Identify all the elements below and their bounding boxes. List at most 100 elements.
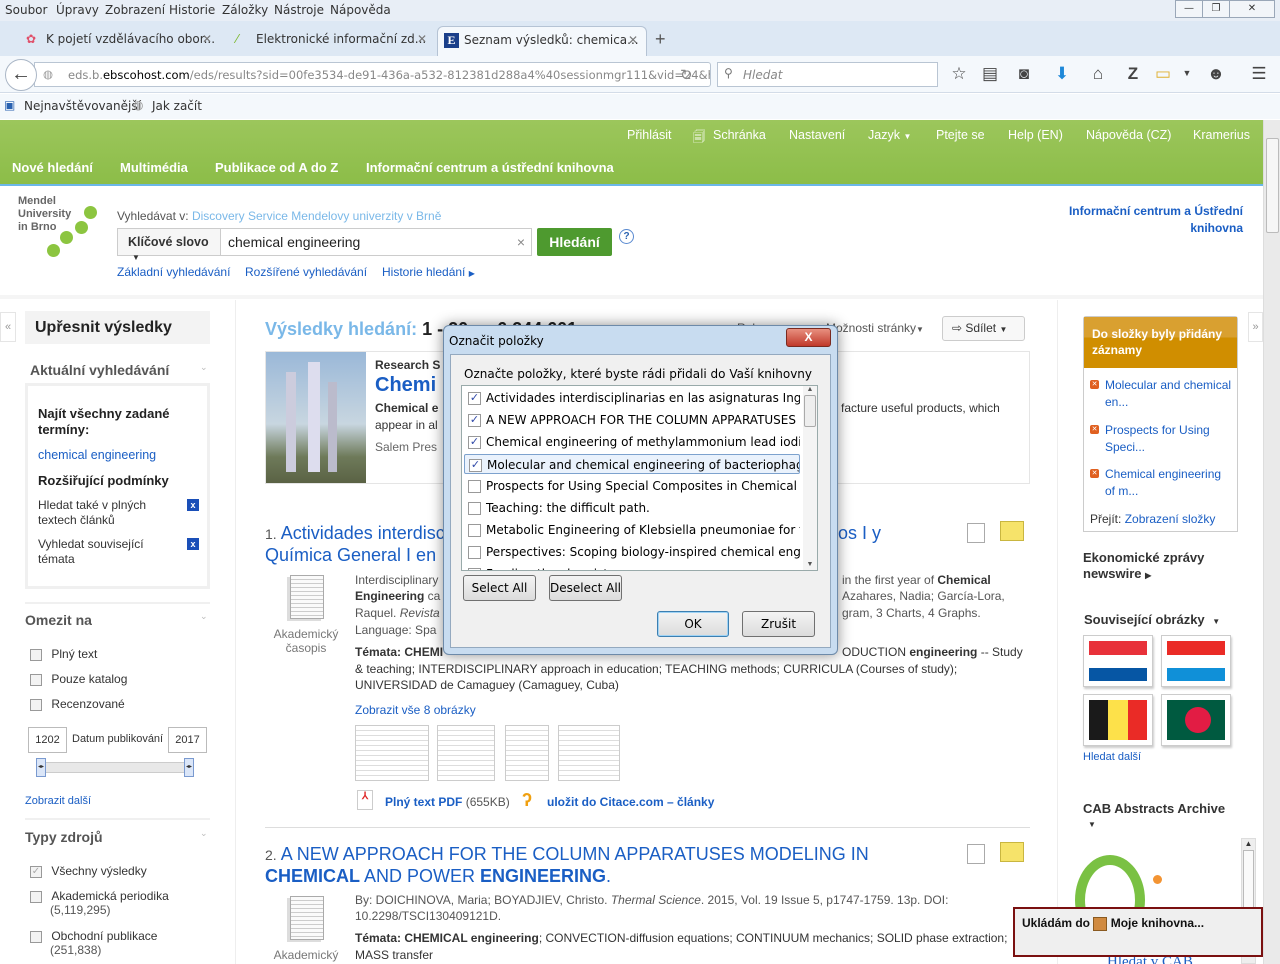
basic-search-link[interactable]: Základní vyhledávání [117,265,230,279]
share-button[interactable]: ⇨ Sdílet ▼ [942,316,1025,341]
checkbox[interactable] [468,568,481,570]
list-scrollbar[interactable]: ▲ ▼ [803,386,817,570]
search-button[interactable]: Hledání [537,228,612,256]
dialog-list-item[interactable]: ✓ Chemical engineering of methylammonium … [464,432,800,452]
close-window-button[interactable]: ✕ [1229,0,1275,18]
nav-info-centre[interactable]: Informační centrum a ústřední knihovna [366,160,614,175]
menu-view[interactable]: Zobrazení [105,3,165,17]
settings-link[interactable]: Nastavení [789,128,845,142]
cancel-button[interactable]: Zrušit [742,611,815,637]
scrollbar-thumb[interactable] [804,395,816,427]
image-thumbnail[interactable] [505,725,549,781]
login-link[interactable]: Přihlásit [627,128,671,142]
checkbox[interactable] [30,648,42,661]
flag-bangladesh-image[interactable] [1161,694,1231,746]
browser-search-input[interactable]: ⚲ Hledat [717,62,938,87]
search-query-input[interactable]: chemical engineering × [220,228,532,256]
checkbox[interactable] [468,502,481,515]
date-slider-track[interactable] [40,762,193,773]
nav-new-search[interactable]: Nové hledání [12,160,93,175]
caret-down-icon[interactable]: ▼ [1088,820,1096,829]
folder-item-link[interactable]: Chemical engineering of m... [1105,466,1233,500]
info-centre-link[interactable]: Informační centrum a Ústřední knihovna [1050,203,1243,237]
folder-link[interactable]: Schránka [713,128,766,142]
scrollbar-thumb[interactable] [1266,138,1279,233]
tab-2[interactable]: ⁄ Elektronické informační zd... ✕ [230,26,435,56]
pocket-icon[interactable]: ◙ [1013,64,1035,84]
limit-heading[interactable]: Omezit na [25,612,92,628]
source-academic[interactable]: Akademická periodika (5,119,295) [30,889,169,917]
hamburger-menu-icon[interactable]: ☰ [1248,64,1270,84]
dialog-list-item[interactable]: ✓ A NEW APPROACH FOR THE COLUMN APPARATUS… [464,410,800,430]
menu-bookmarks[interactable]: Záložky [222,3,268,17]
help-cz-link[interactable]: Nápověda (CZ) [1086,128,1171,142]
scroll-down-icon[interactable]: ▼ [803,561,817,568]
reading-list-icon[interactable]: ▤ [979,64,1001,84]
reload-icon[interactable]: ↻ [680,66,693,84]
nav-publications[interactable]: Publikace od A do Z [215,160,338,175]
dialog-list-item[interactable]: Feeding the chemist... [464,564,800,570]
remove-icon[interactable]: ✕ [1090,425,1099,434]
slider-handle-left[interactable]: ◂▸ [36,758,46,777]
checkbox-checked[interactable]: ✓ [30,865,42,878]
search-term-link[interactable]: chemical engineering [38,448,156,462]
advanced-search-link[interactable]: Rozšířené vyhledávání [245,265,367,279]
show-more-link[interactable]: Zobrazit další [25,795,91,807]
collapse-left-button[interactable]: « [0,312,16,342]
pdf-link[interactable]: Plný text PDF (655KB) [385,795,510,809]
url-bar[interactable]: ◍ eds.b.ebscohost.com/eds/results?sid=00… [34,62,711,87]
dialog-list-item[interactable]: Teaching: the difficult path. [464,498,800,518]
menu-help[interactable]: Nápověda [330,3,391,17]
zotero-icon[interactable]: Z [1122,64,1144,84]
image-thumbnail[interactable] [355,725,429,781]
menu-edit[interactable]: Úpravy [56,3,99,17]
checkbox[interactable] [468,524,481,537]
close-tab-icon[interactable]: ✕ [202,32,212,46]
folder-item[interactable]: ✕ Chemical engineering of m... [1090,466,1233,500]
search-in-value[interactable]: Discovery Service Mendelovy univerzity v… [192,209,441,223]
result-1-title-end[interactable]: os I y [838,523,881,544]
dropdown-icon[interactable]: ▼ [1176,68,1198,78]
checkbox[interactable] [468,546,481,559]
limit-fulltext[interactable]: Plný text [30,647,97,661]
dialog-list-item[interactable]: Prospects for Using Special Composites i… [464,476,800,496]
dialog-close-button[interactable]: X [786,328,831,347]
remove-icon[interactable]: ✕ [1090,380,1099,389]
checkbox[interactable] [30,673,42,686]
maximize-button[interactable]: ❐ [1202,0,1230,18]
bookmark-star-icon[interactable]: ☆ [948,64,970,84]
dialog-list-item[interactable]: ✓ Actividades interdisciplinarias en las … [464,388,800,408]
flag-belgium-image[interactable] [1083,694,1153,746]
result-2-title-line2[interactable]: CHEMICAL AND POWER ENGINEERING. [265,866,611,887]
date-from-input[interactable]: 1202 [28,727,67,753]
close-tab-icon[interactable]: ✕ [628,33,638,47]
items-list[interactable]: ✓ Actividades interdisciplinarias en las … [461,385,818,571]
source-trade[interactable]: Obchodní publikace (251,838) [30,929,157,957]
rs-title[interactable]: Chemi [375,374,436,397]
find-more-images-link[interactable]: Hledat další [1083,751,1141,763]
checkbox-checked[interactable]: ✓ [468,392,481,405]
cab-heading[interactable]: CAB Abstracts Archive [1083,801,1225,816]
chevron-down-icon[interactable]: ⌄ [200,828,208,839]
tab-3-active[interactable]: E Seznam výsledků: chemica... ✕ [437,26,647,56]
nav-multimedia[interactable]: Multimédia [120,160,188,175]
page-options[interactable]: Možnosti stránky▼ [826,321,924,335]
collapse-right-button[interactable]: » [1248,312,1263,342]
minimize-button[interactable]: — [1175,0,1203,18]
checkbox[interactable] [30,698,42,711]
result-1-title[interactable]: 1. Actividades interdisc [265,523,445,544]
folder-icon[interactable]: ▭ [1152,64,1174,84]
remove-icon[interactable]: ✕ [1090,469,1099,478]
menu-history[interactable]: Historie [169,3,215,17]
new-tab-button[interactable]: + [655,29,666,50]
checkbox[interactable] [30,930,42,943]
citace-link[interactable]: uložit do Citace.com – články [547,795,714,809]
goto-folder-link[interactable]: Zobrazení složky [1125,512,1216,526]
clear-icon[interactable]: × [517,234,525,250]
checkbox-checked[interactable]: ✓ [469,459,482,472]
flag-netherlands-image[interactable] [1083,635,1153,687]
kramerius-link[interactable]: Kramerius [1193,128,1250,142]
menu-file[interactable]: Soubor [5,3,47,17]
language-link[interactable]: Jazyk ▼ [868,128,911,142]
remove-icon[interactable]: x [187,538,199,550]
